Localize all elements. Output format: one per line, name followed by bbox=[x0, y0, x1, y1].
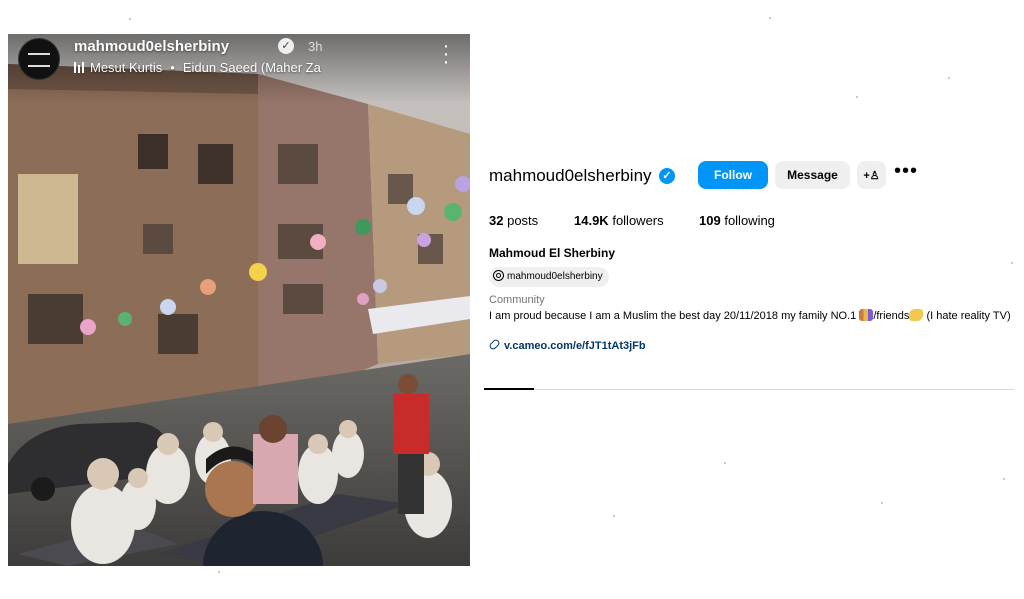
threads-handle: mahmoud0elsherbiny bbox=[507, 271, 603, 282]
posts-label: posts bbox=[507, 213, 539, 228]
link-icon bbox=[488, 338, 501, 351]
music-separator: • bbox=[170, 60, 175, 75]
threads-badge[interactable]: mahmoud0elsherbiny bbox=[489, 267, 609, 287]
followers-label: followers bbox=[612, 213, 664, 228]
music-title: Eidun Saeed (Maher Za bbox=[182, 60, 321, 75]
posts-stat: 32 posts bbox=[489, 213, 538, 228]
background-speck bbox=[881, 502, 883, 504]
bio-text-1: I am proud because I am a Muslim the bes… bbox=[489, 310, 860, 322]
music-bars-icon bbox=[74, 62, 84, 73]
story-avatar[interactable] bbox=[18, 38, 60, 80]
story-verified-badge-icon: ✓ bbox=[278, 38, 294, 54]
story-username[interactable]: mahmoud0elsherbiny bbox=[74, 38, 229, 55]
background-speck bbox=[948, 77, 950, 79]
story-more-options-icon[interactable]: · · · bbox=[436, 36, 456, 72]
street-scene-image bbox=[8, 34, 470, 566]
following-count: 109 bbox=[699, 213, 721, 228]
background-speck bbox=[724, 462, 726, 464]
profile-link[interactable]: v.cameo.com/e/fJT1tAt3jFb bbox=[488, 338, 646, 352]
profile-full-name: Mahmoud El Sherbiny bbox=[489, 246, 616, 260]
background-speck bbox=[1003, 478, 1005, 480]
add-person-icon[interactable]: +♙ bbox=[857, 161, 886, 189]
follow-button[interactable]: Follow bbox=[698, 161, 768, 189]
background-speck bbox=[856, 96, 858, 98]
background-speck bbox=[129, 18, 131, 20]
family-emoji-icon bbox=[859, 309, 874, 321]
active-tab-indicator bbox=[484, 388, 534, 390]
following-label: following bbox=[724, 213, 775, 228]
profile-link-text: v.cameo.com/e/fJT1tAt3jFb bbox=[504, 340, 646, 352]
following-stat[interactable]: 109 following bbox=[699, 213, 775, 228]
background-speck bbox=[613, 515, 615, 517]
background-speck bbox=[769, 17, 771, 19]
bio-text-2: /friends bbox=[873, 310, 910, 322]
story-video[interactable]: mahmoud0elsherbiny ✓ 3h Mesut Kurtis • Eid… bbox=[8, 34, 470, 566]
flexed-biceps-emoji-icon bbox=[909, 309, 924, 321]
story-music-label[interactable]: Mesut Kurtis • Eidun Saeed (Maher Za bbox=[74, 60, 321, 75]
music-artist: Mesut Kurtis bbox=[90, 60, 163, 75]
threads-icon bbox=[493, 270, 504, 281]
profile-username: mahmoud0elsherbiny bbox=[489, 166, 652, 185]
background-speck bbox=[1011, 262, 1013, 264]
profile-bio: I am proud because I am a Muslim the bes… bbox=[489, 309, 1014, 323]
background-speck bbox=[218, 571, 220, 573]
message-button[interactable]: Message bbox=[775, 161, 850, 189]
verified-badge-icon: ✓ bbox=[659, 168, 675, 184]
story-timestamp: 3h bbox=[308, 39, 323, 54]
tabs-divider bbox=[484, 389, 1014, 390]
followers-count: 14.9K bbox=[574, 213, 609, 228]
bio-text-3: (I hate reality TV) bbox=[923, 310, 1011, 322]
posts-count: 32 bbox=[489, 213, 504, 228]
profile-category: Community bbox=[489, 294, 545, 306]
followers-stat[interactable]: 14.9K followers bbox=[574, 213, 664, 228]
more-options-icon[interactable]: ••• bbox=[894, 161, 918, 184]
